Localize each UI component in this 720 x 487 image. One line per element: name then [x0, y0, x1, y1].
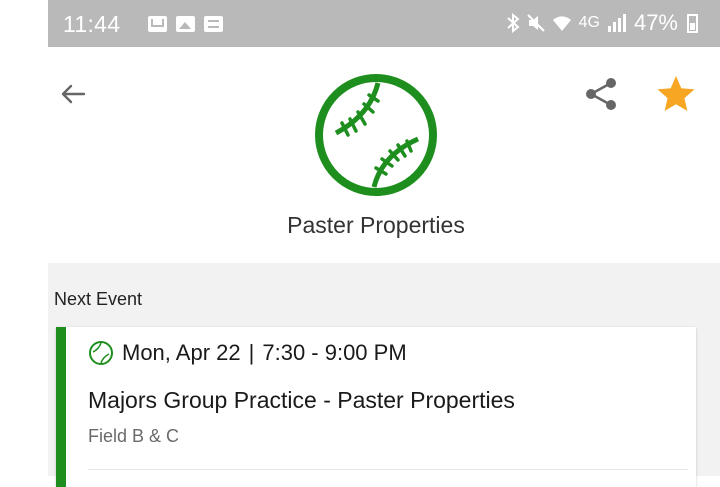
bluetooth-icon	[506, 13, 520, 33]
section-label-next-event: Next Event	[54, 289, 143, 309]
baseball-icon	[89, 341, 113, 365]
event-date: Mon, Apr 22	[122, 340, 241, 365]
document-notification-icon	[204, 16, 223, 32]
signal-icon	[607, 14, 626, 32]
status-time: 11:44	[63, 11, 121, 37]
team-name: Paster Properties	[287, 212, 465, 238]
favorite-button[interactable]	[656, 74, 696, 114]
card-divider	[88, 469, 688, 470]
notification-icons	[148, 16, 223, 32]
back-button[interactable]	[58, 79, 88, 109]
event-location: Field B & C	[88, 426, 180, 446]
baseball-icon	[315, 74, 437, 196]
next-event-card[interactable]: Mon, Apr 22 | 7:30 - 9:00 PM Majors Grou…	[56, 327, 696, 487]
star-icon	[657, 76, 695, 111]
datetime-separator: |	[248, 340, 255, 365]
battery-percent: 47%	[633, 10, 678, 35]
mail-notification-icon	[148, 16, 167, 32]
team-header: Paster Properties	[48, 47, 720, 263]
battery-icon	[687, 13, 698, 33]
share-button[interactable]	[584, 77, 618, 111]
wifi-icon	[552, 16, 571, 31]
network-type: 4G	[578, 14, 600, 31]
event-title: Majors Group Practice - Paster Propertie…	[88, 387, 515, 413]
back-arrow-icon	[61, 84, 86, 104]
share-icon	[586, 78, 616, 110]
gallery-notification-icon	[176, 16, 195, 32]
status-bar: 11:44 4G 47%	[48, 0, 720, 47]
event-datetime: Mon, Apr 22 | 7:30 - 9:00 PM	[88, 340, 407, 366]
event-time: 7:30 - 9:00 PM	[262, 340, 407, 365]
status-indicators: 4G 47%	[506, 10, 698, 36]
mute-icon	[526, 14, 545, 32]
team-content: Next Event Mon, Apr 22 | 7:30 - 9:00 PM …	[48, 263, 720, 487]
